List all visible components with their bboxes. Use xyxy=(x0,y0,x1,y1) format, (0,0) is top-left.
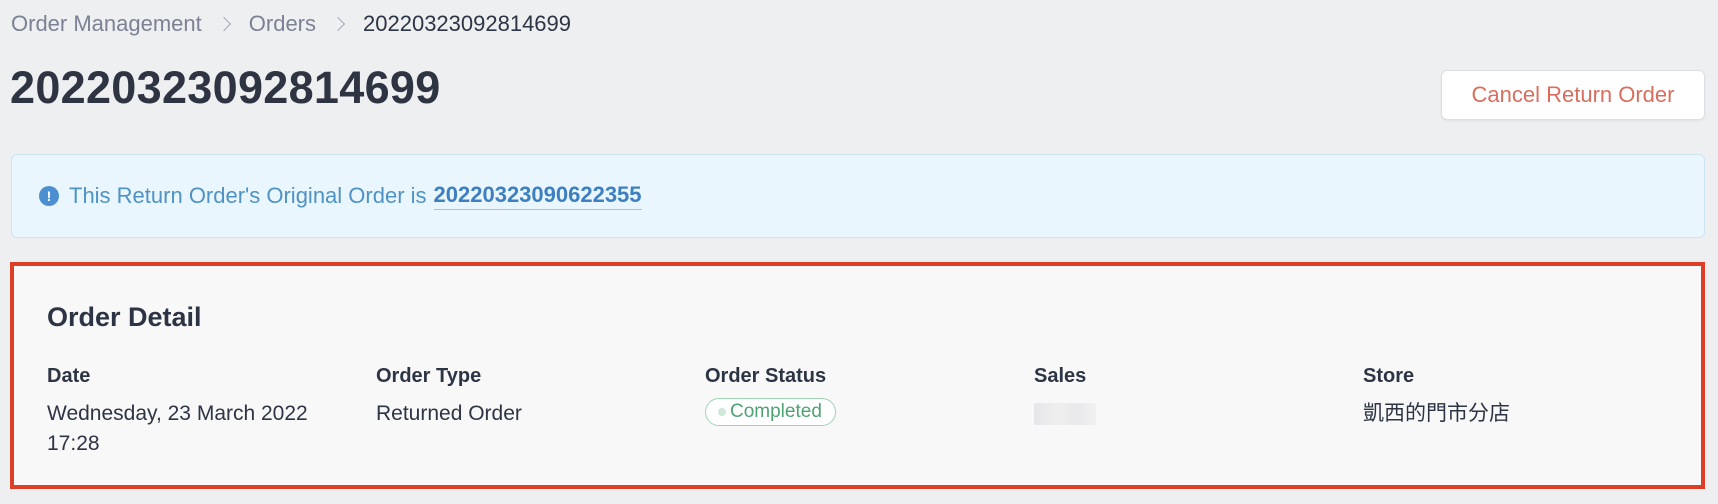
date-value-time: 17:28 xyxy=(47,432,100,455)
chevron-right-icon xyxy=(216,16,231,32)
status-badge: Completed xyxy=(705,398,836,426)
original-order-banner: ! This Return Order's Original Order is … xyxy=(11,154,1705,238)
order-detail-card: Order Detail Date Wednesday, 23 March 20… xyxy=(10,262,1705,489)
store-value: 凱西的門市分店 xyxy=(1363,402,1510,425)
date-label: Date xyxy=(47,365,91,387)
breadcrumb: Order Management Orders 2022032309281469… xyxy=(11,10,571,38)
store-label: Store xyxy=(1363,365,1415,387)
breadcrumb-item-orders[interactable]: Orders xyxy=(249,11,316,37)
order-type-label: Order Type xyxy=(376,365,482,387)
sales-value-redacted xyxy=(1034,403,1096,425)
exclamation-circle-icon: ! xyxy=(39,186,59,206)
date-field: Date Wednesday, 23 March 2022 17:28 xyxy=(47,363,367,459)
order-status-label: Order Status xyxy=(705,365,827,387)
date-value-date: Wednesday, 23 March 2022 xyxy=(47,402,308,425)
breadcrumb-item-order-management[interactable]: Order Management xyxy=(11,11,202,37)
date-value: Wednesday, 23 March 2022 17:28 xyxy=(47,399,367,459)
status-dot-icon xyxy=(718,408,726,416)
order-type-field: Order Type Returned Order xyxy=(376,363,696,429)
sales-label: Sales xyxy=(1034,365,1087,387)
order-detail-title: Order Detail xyxy=(47,302,202,332)
chevron-right-icon xyxy=(330,16,346,32)
order-type-value: Returned Order xyxy=(376,402,522,425)
banner-text: This Return Order's Original Order is xyxy=(69,183,427,208)
breadcrumb-current: 20220323092814699 xyxy=(363,11,572,36)
cancel-return-order-button[interactable]: Cancel Return Order xyxy=(1441,70,1705,120)
status-badge-label: Completed xyxy=(730,401,822,422)
store-field: Store 凱西的門市分店 xyxy=(1363,363,1683,429)
original-order-link[interactable]: 20220323090622355 xyxy=(433,182,642,210)
order-status-field: Order Status Completed xyxy=(705,363,1025,426)
sales-field: Sales xyxy=(1034,363,1354,425)
page-title: 20220323092814699 xyxy=(10,62,441,113)
